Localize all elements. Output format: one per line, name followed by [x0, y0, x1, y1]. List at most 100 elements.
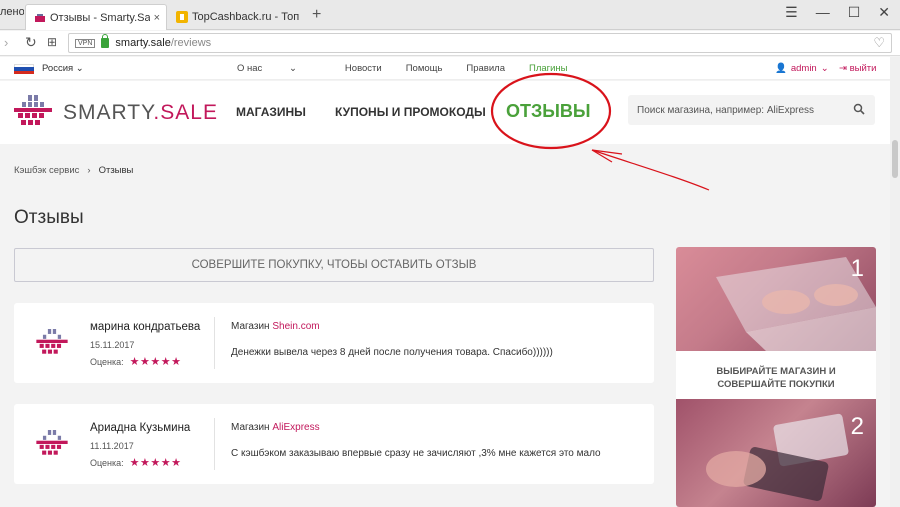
card-phone-illustration	[706, 413, 849, 501]
step-number: 2	[850, 413, 864, 440]
logo-text-left: SMARTY	[63, 101, 154, 124]
vpn-badge[interactable]: VPN	[75, 38, 96, 48]
review-date: 11.11.2017	[90, 441, 134, 451]
previous-tab[interactable]: лено	[0, 6, 24, 18]
reload-icon[interactable]: ↻	[25, 34, 37, 51]
minimize-icon[interactable]: —	[816, 4, 830, 21]
address-bar: › ↻ ⊞ VPN smarty.sale/reviews ♡	[0, 31, 900, 56]
tab-title: Отзывы - Smarty.Sale - Де	[50, 11, 150, 24]
smarty-favicon-icon	[35, 13, 45, 22]
shop-label: Магазин	[231, 422, 270, 433]
review-shop: Магазин Shein.com	[231, 321, 320, 332]
breadcrumb-root[interactable]: Кэшбэк сервис	[14, 165, 79, 176]
shop-search-input[interactable]: Поиск магазина, например: AliExpress	[628, 95, 875, 125]
topnav-about[interactable]: О нас ⌄	[237, 63, 321, 74]
rating-label: Оценка:	[90, 457, 124, 468]
breadcrumb-separator-icon: ›	[87, 165, 91, 176]
reviewer-name: марина кондратьева	[90, 321, 201, 333]
scrollbar-thumb[interactable]	[892, 140, 898, 178]
topnav-help[interactable]: Помощь	[406, 63, 443, 74]
url-host: smarty.sale	[115, 37, 171, 49]
top-nav: О нас ⌄ Новости Помощь Правила Плагины	[237, 63, 592, 74]
basket-logo-icon	[36, 329, 68, 354]
review-rating: Оценка: ★★★★★	[90, 355, 181, 368]
site-top-bar: Россия ⌄ О нас ⌄ Новости Помощь Правила …	[0, 57, 900, 80]
step-caption-line: СОВЕРШАЙТЕ ПОКУПКИ	[717, 379, 835, 390]
window-controls: ☰ — ☐ ✕	[785, 4, 890, 21]
shop-link[interactable]: AliExpress	[272, 422, 319, 433]
topcashback-favicon-icon	[176, 11, 188, 23]
topnav-plugins[interactable]: Плагины	[529, 63, 568, 74]
laptop-hands-image: 1	[676, 247, 876, 351]
breadcrumb-current: Отзывы	[98, 165, 134, 176]
close-tab-icon[interactable]: ×	[154, 12, 160, 24]
menu-coupons[interactable]: КУПОНЫ И ПРОМОКОДЫ	[335, 105, 486, 119]
tab-topcashback[interactable]: TopCashback.ru - Топ лучш	[168, 4, 308, 30]
page-scrollbar[interactable]	[890, 57, 900, 507]
chevron-down-icon: ⌄	[288, 63, 297, 74]
rating-stars: ★★★★★	[129, 457, 182, 469]
rating-stars: ★★★★★	[129, 356, 182, 368]
step-caption: ВЫБИРАЙТЕ МАГАЗИН И СОВЕРШАЙТЕ ПОКУПКИ	[676, 365, 876, 391]
review-divider	[214, 418, 215, 470]
logo-text-right: SALE	[160, 101, 218, 124]
url-path: /reviews	[170, 37, 212, 49]
country-label: Россия	[42, 63, 74, 74]
card-phone-image: 2	[676, 399, 876, 507]
user-icon: 👤	[775, 63, 787, 74]
logout-label: выйти	[849, 63, 877, 74]
basket-logo-icon[interactable]	[14, 95, 52, 129]
annotation-arrowhead	[591, 149, 623, 163]
close-window-icon[interactable]: ✕	[878, 4, 890, 21]
tab-reviews[interactable]: Отзывы - Smarty.Sale - Де ×	[25, 4, 167, 30]
page-title: Отзывы	[14, 207, 84, 228]
shop-link[interactable]: Shein.com	[272, 321, 319, 332]
basket-logo-icon	[36, 430, 68, 455]
logout-icon: ⇥	[839, 63, 847, 74]
topnav-rules[interactable]: Правила	[466, 63, 505, 74]
russia-flag-icon[interactable]	[14, 64, 34, 74]
review-card: Ариадна Кузьмина 11.11.2017 Оценка: ★★★★★…	[14, 404, 654, 484]
topnav-about-label: О нас	[237, 63, 263, 74]
review-divider	[214, 317, 215, 369]
topnav-news[interactable]: Новости	[345, 63, 382, 74]
chevron-down-icon: ⌄	[75, 63, 84, 74]
review-rating: Оценка: ★★★★★	[90, 456, 181, 469]
logo-wordmark[interactable]: SMARTY.SALE	[63, 101, 218, 125]
search-placeholder: Поиск магазина, например: AliExpress	[637, 104, 815, 116]
maximize-icon[interactable]: ☐	[848, 4, 861, 21]
leave-review-button[interactable]: СОВЕРШИТЕ ПОКУПКУ, ЧТОБЫ ОСТАВИТЬ ОТЗЫВ	[14, 248, 654, 282]
user-name: admin	[790, 63, 817, 74]
site-header: SMARTY.SALE МАГАЗИНЫ КУПОНЫ И ПРОМОКОДЫ …	[0, 81, 890, 144]
logout-link[interactable]: ⇥ выйти	[839, 63, 876, 74]
search-icon[interactable]	[853, 103, 865, 115]
annotation-arrow	[591, 149, 710, 191]
review-text: Денежки вывела через 8 дней после получе…	[231, 347, 553, 358]
menu-reviews[interactable]: ОТЗЫВЫ	[506, 101, 591, 122]
tabs-grid-icon[interactable]: ⊞	[47, 35, 57, 49]
country-selector[interactable]: Россия ⌄	[42, 63, 84, 74]
lock-icon[interactable]	[101, 34, 110, 48]
new-tab-button[interactable]: +	[312, 6, 321, 24]
menu-shops[interactable]: МАГАЗИНЫ	[236, 105, 306, 119]
how-it-works-sidebar: 1 ВЫБИРАЙТЕ МАГАЗИН И СОВЕРШАЙТЕ ПОКУПКИ…	[676, 247, 876, 507]
forward-icon[interactable]: ›	[4, 35, 8, 50]
reviewer-name: Ариадна Кузьмина	[90, 422, 191, 434]
rating-label: Оценка:	[90, 356, 124, 367]
browser-tab-bar: лено Отзывы - Smarty.Sale - Де × TopCash…	[0, 0, 900, 30]
breadcrumb: Кэшбэк сервис › Отзывы	[14, 165, 133, 176]
step-number: 1	[850, 255, 864, 282]
tab-title: TopCashback.ru - Топ лучш	[192, 11, 302, 23]
laptop-illustration	[716, 257, 876, 351]
url-field[interactable]: VPN smarty.sale/reviews ♡	[68, 33, 892, 53]
shop-label: Магазин	[231, 321, 270, 332]
user-menu[interactable]: 👤 admin ⌄	[775, 63, 829, 74]
review-shop: Магазин AliExpress	[231, 422, 320, 433]
review-date: 15.11.2017	[90, 340, 135, 350]
tabs-menu-icon[interactable]: ☰	[785, 4, 798, 21]
bookmark-heart-icon[interactable]: ♡	[873, 35, 885, 51]
step-caption-line: ВЫБИРАЙТЕ МАГАЗИН И	[716, 366, 836, 377]
chevron-down-icon: ⌄	[820, 63, 829, 74]
review-text: С кэшбэком заказываю впервые сразу не за…	[231, 448, 601, 459]
review-card: марина кондратьева 15.11.2017 Оценка: ★★★…	[14, 303, 654, 383]
